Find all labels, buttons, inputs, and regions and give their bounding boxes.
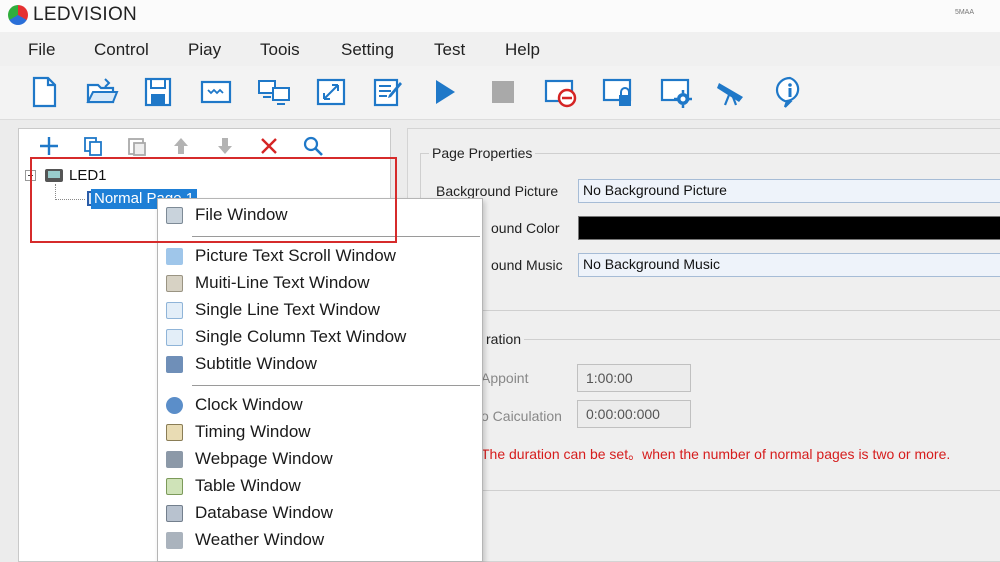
add-icon[interactable]: [37, 134, 61, 158]
menu-item-multi-line-text-window[interactable]: Muiti-Line Text Window: [158, 271, 482, 297]
broadcast-icon[interactable]: [712, 72, 752, 112]
play-icon[interactable]: [424, 72, 464, 112]
table-icon: [166, 478, 183, 495]
menu-item-timing-window[interactable]: Timing Window: [158, 420, 482, 446]
menu-item-database-window[interactable]: Database Window: [158, 501, 482, 527]
move-up-icon[interactable]: [169, 134, 193, 158]
menu-file[interactable]: File: [28, 40, 55, 60]
properties-panel: Page Properties Background Picture No Ba…: [407, 128, 1000, 562]
save-icon[interactable]: [138, 72, 178, 112]
background-picture-field[interactable]: No Background Picture: [578, 179, 1000, 203]
menu-control[interactable]: Control: [94, 40, 149, 60]
title-bar: LEDVISION 5MAA: [0, 0, 1000, 32]
new-file-icon[interactable]: [24, 72, 64, 112]
auto-calculation-label: o Caiculation: [481, 408, 562, 424]
menu-test[interactable]: Test: [434, 40, 465, 60]
network-monitor-icon[interactable]: [254, 72, 294, 112]
database-icon: [166, 505, 183, 522]
stop-icon[interactable]: [483, 72, 523, 112]
copy-icon[interactable]: [81, 134, 105, 158]
main-toolbar: [0, 66, 1000, 120]
highlight-annotation: [30, 157, 397, 243]
menu-tools[interactable]: Toois: [260, 40, 300, 60]
menu-item-subtitle-window[interactable]: Subtitle Window: [158, 352, 482, 378]
background-picture-label: Background Picture: [436, 183, 559, 199]
background-music-label: ound Music: [491, 257, 563, 273]
duration-note: The duration can be set。when the number …: [481, 446, 951, 462]
menu-separator: [192, 385, 480, 386]
clock-icon: [166, 397, 183, 414]
screen-icon[interactable]: [196, 72, 236, 112]
resize-window-icon[interactable]: [311, 72, 351, 112]
menu-item-table-window[interactable]: Table Window: [158, 474, 482, 500]
menu-bar: File Control Piay Toois Setting Test Hel…: [0, 32, 1000, 66]
move-down-icon[interactable]: [213, 134, 237, 158]
delete-icon[interactable]: [257, 134, 281, 158]
weather-icon: [166, 532, 183, 549]
menu-item-single-line-text-window[interactable]: Single Line Text Window: [158, 298, 482, 324]
menu-item-single-column-text-window[interactable]: Single Column Text Window: [158, 325, 482, 351]
titlebar-caption: 5MAA: [954, 9, 974, 16]
search-icon[interactable]: [301, 134, 325, 158]
menu-item-webpage-window[interactable]: Webpage Window: [158, 447, 482, 473]
clear-screen-icon[interactable]: [540, 72, 580, 112]
edit-note-icon[interactable]: [368, 72, 408, 112]
appoint-time-field[interactable]: 1:00:00: [577, 364, 691, 392]
home-icon: [166, 451, 183, 468]
settings-screen-icon[interactable]: [656, 72, 696, 112]
background-color-label: ound Color: [491, 220, 560, 236]
subtitle-icon: [166, 356, 183, 373]
page-properties-legend: Page Properties: [429, 145, 536, 161]
add-window-context-menu: File Window Picture Text Scroll Window M…: [157, 198, 483, 562]
single-line-text-icon: [166, 302, 183, 319]
menu-setting[interactable]: Setting: [341, 40, 394, 60]
picture-icon: [166, 248, 183, 265]
hourglass-icon: [166, 424, 183, 441]
info-icon[interactable]: [770, 72, 810, 112]
auto-calculation-field: 0:00:00:000: [577, 400, 691, 428]
appoint-label: Appoint: [481, 370, 529, 386]
tree-toolbar: [19, 129, 390, 159]
app-logo-icon: [8, 5, 28, 25]
duration-legend: ration: [483, 331, 525, 347]
menu-item-picture-text-scroll-window[interactable]: Picture Text Scroll Window: [158, 244, 482, 270]
lock-screen-icon[interactable]: [598, 72, 638, 112]
multi-line-text-icon: [166, 275, 183, 292]
background-music-field[interactable]: No Background Music: [578, 253, 1000, 277]
menu-play[interactable]: Piay: [188, 40, 221, 60]
page-properties-group: Page Properties Background Picture No Ba…: [420, 145, 1000, 311]
menu-item-clock-window[interactable]: Clock Window: [158, 393, 482, 419]
background-color-field[interactable]: [578, 216, 1000, 240]
menu-help[interactable]: Help: [505, 40, 540, 60]
app-title: LEDVISION: [33, 4, 138, 25]
menu-item-weather-window[interactable]: Weather Window: [158, 528, 482, 554]
duration-group: ration Appoint 1:00:00 o Caiculation 0:0…: [420, 331, 1000, 491]
paste-icon[interactable]: [125, 134, 149, 158]
single-column-text-icon: [166, 329, 183, 346]
open-folder-icon[interactable]: [82, 72, 122, 112]
